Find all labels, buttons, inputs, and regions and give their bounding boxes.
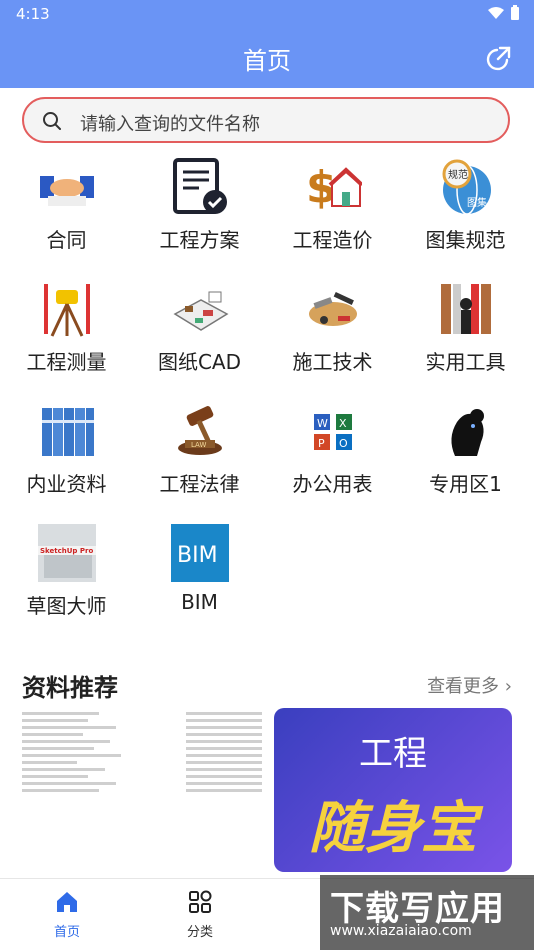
view-more-link[interactable]: 查看更多 › [427,672,512,698]
tab-home[interactable]: 首页 [17,889,117,940]
search-icon [43,112,61,130]
search-placeholder: 请输入查询的文件名称 [80,114,260,135]
grid-item-cad[interactable]: 图纸CAD [133,272,266,394]
bim-icon: BIM [171,524,229,582]
svg-text:X: X [339,417,347,430]
search-input[interactable]: 请输入查询的文件名称 [22,97,510,143]
svg-text:BIM: BIM [177,543,218,568]
battery-icon [511,5,519,20]
floorplan-icon [173,291,229,331]
svg-text:图集: 图集 [467,196,487,209]
grid-item-label: 实用工具 [425,350,506,374]
grid-item-tech[interactable]: 施工技术 [266,272,399,394]
grid-item-label: 图集规范 [425,228,506,252]
home-icon [57,892,77,912]
grid-item-atlas[interactable]: 规范 图集 图集规范 [399,150,532,272]
sketchup-icon: SketchUp Pro [38,524,96,582]
grid-item-office[interactable]: W X P O 办公用表 [266,394,399,516]
grid-item-survey[interactable]: 工程测量 [0,272,133,394]
grid-item-label: 办公用表 [292,472,373,496]
section-title-recommend: 资料推荐 [22,674,118,702]
binders-icon [42,408,94,456]
grid-item-label: 专用区1 [429,472,502,496]
grid-item-tools[interactable]: 实用工具 [399,272,532,394]
watermark: 下载写应用 www.xiazaiaiao.com [320,875,534,950]
grid-item-engineering-plan[interactable]: 工程方案 [133,150,266,272]
thinking-head-icon [437,402,495,460]
grid-item-contract[interactable]: 合同 [0,150,133,272]
svg-text:P: P [318,437,325,450]
grid-item-label: 合同 [46,228,87,252]
app-header: 首页 [0,28,534,88]
grid-item-law[interactable]: LAW 工程法律 [133,394,266,516]
watermark-url: www.xiazaiaiao.com [330,923,472,939]
share-icon[interactable] [486,45,512,71]
grid-icon [189,890,212,913]
promo-line-2: 随身宝 [309,796,477,861]
tab-category-label: 分类 [186,925,213,940]
atlas-globe-icon: 规范 图集 [442,159,491,215]
grid-item-label: 内业资料 [26,472,107,496]
grid-item-sketchup[interactable]: SketchUp Pro 草图大师 [0,516,133,638]
grid-item-label: 工程造价 [292,228,373,252]
recommend-thumb-1[interactable] [22,708,132,873]
grid-item-label: 工程方案 [159,228,240,252]
svg-text:规范: 规范 [448,168,468,181]
promo-line-1: 工程 [359,734,427,774]
grid-item-cost[interactable]: $ 工程造价 [266,150,399,272]
toolbox-icon [441,284,491,334]
chevron-right-icon: › [504,676,512,697]
svg-text:SketchUp Pro: SketchUp Pro [40,547,93,555]
grid-item-label: 工程测量 [26,350,107,374]
document-check-icon [173,158,227,214]
grid-item-label: 图纸CAD [157,350,242,374]
status-bar: 4:13 [0,0,534,28]
svg-text:O: O [339,437,348,450]
wifi-icon [488,7,504,19]
survey-tripod-icon [44,284,90,337]
page-title: 首页 [243,47,291,75]
handshake-icon [40,176,94,206]
svg-text:W: W [317,417,328,430]
gavel-icon: LAW [178,406,222,455]
recommend-thumb-2[interactable] [186,708,266,873]
view-more-label: 查看更多 [427,676,500,697]
grid-item-label: 草图大师 [26,594,107,618]
grid-item-special-area[interactable]: 专用区1 [399,394,532,516]
tools-icon [309,291,357,326]
status-time: 4:13 [16,5,50,23]
office-apps-icon: W X P O [314,414,352,450]
grid-item-label: 施工技术 [292,350,373,374]
grid-item-bim[interactable]: BIM BIM [133,516,266,638]
promo-banner[interactable]: 工程 随身宝 [274,708,512,872]
tab-home-label: 首页 [53,925,80,940]
grid-item-label: 工程法律 [159,472,240,496]
money-house-icon: $ [306,162,362,213]
grid-item-internal-docs[interactable]: 内业资料 [0,394,133,516]
svg-text:LAW: LAW [191,441,206,449]
tab-category[interactable]: 分类 [150,889,250,940]
grid-item-label: BIM [181,590,218,614]
